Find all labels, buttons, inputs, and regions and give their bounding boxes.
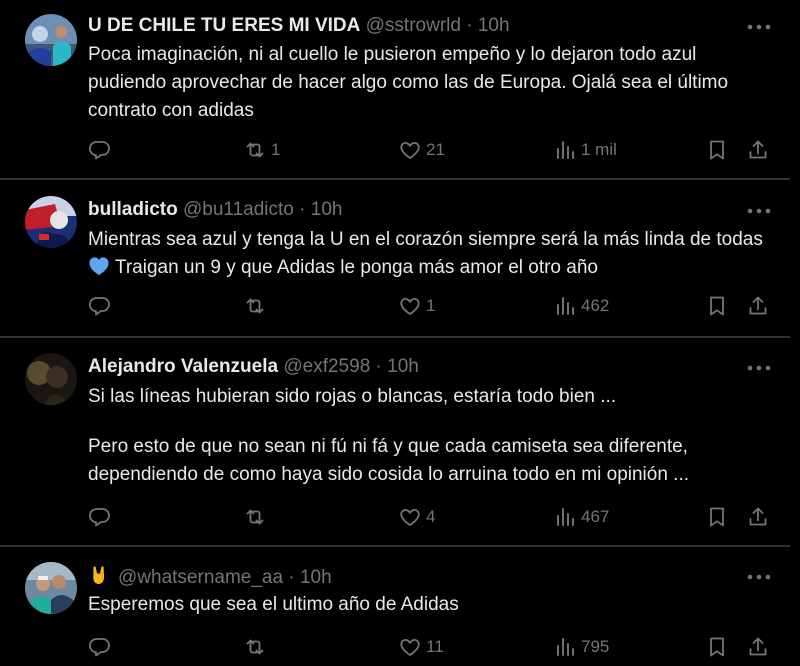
retweet-icon — [243, 294, 267, 318]
more-icon[interactable] — [746, 204, 772, 216]
blue-heart-icon — [89, 257, 109, 276]
separator-dot: · — [288, 567, 295, 588]
views-button[interactable]: 467 — [553, 502, 609, 532]
tweet-paragraph: Esperemos que sea el ultimo año de Adida… — [88, 594, 459, 615]
views-button[interactable]: 1 mil — [553, 135, 617, 165]
share-button[interactable] — [746, 632, 770, 662]
retweet-icon — [243, 505, 267, 529]
more-icon[interactable] — [746, 20, 772, 32]
like-button[interactable]: 21 — [398, 135, 445, 165]
bookmark-icon — [705, 505, 729, 529]
reply-button[interactable] — [88, 502, 116, 532]
reply-button[interactable] — [88, 291, 116, 321]
author-name[interactable]: bulladicto — [88, 199, 178, 220]
reply-button[interactable] — [88, 135, 116, 165]
tweet-text: Si las líneas hubieran sido rojas o blan… — [88, 383, 778, 489]
heart-icon — [398, 294, 422, 318]
retweet-button[interactable] — [243, 632, 271, 662]
like-count: 1 — [426, 296, 436, 315]
heart-icon — [398, 505, 422, 529]
views-count: 462 — [581, 296, 610, 315]
retweet-button[interactable] — [243, 502, 271, 532]
views-button[interactable]: 462 — [553, 291, 609, 321]
author-handle[interactable]: @sstrowrld — [366, 15, 461, 36]
retweet-count: 1 — [271, 140, 281, 159]
separator-dot: · — [299, 199, 306, 220]
avatar[interactable] — [25, 353, 77, 405]
tweet-text: Poca imaginación, ni al cuello le pusier… — [88, 41, 778, 125]
views-count: 795 — [581, 637, 610, 656]
tweet-paragraph: Si las líneas hubieran sido rojas o blan… — [88, 386, 617, 407]
retweet-button[interactable]: 1 — [243, 135, 280, 165]
like-button[interactable]: 4 — [398, 502, 435, 532]
bookmark-button[interactable] — [705, 502, 729, 532]
tweet[interactable]: @whatsername_aa · 10h Esperemos que sea … — [0, 547, 790, 666]
tweet-paragraph: Poca imaginación, ni al cuello le pusier… — [88, 44, 729, 121]
bookmark-icon — [705, 294, 729, 318]
author-handle[interactable]: @whatsername_aa — [118, 567, 283, 588]
like-button[interactable]: 11 — [398, 632, 444, 662]
retweet-icon — [243, 138, 267, 162]
views-count: 467 — [581, 507, 610, 526]
tweet-text-part: Traigan un 9 y que Adidas le ponga más a… — [114, 257, 598, 278]
views-icon — [553, 635, 577, 659]
separator-dot: · — [375, 356, 382, 377]
sign-of-the-horns-icon — [93, 566, 105, 585]
bookmark-icon — [705, 138, 729, 162]
author-name[interactable]: Alejandro Valenzuela — [88, 356, 278, 377]
reply-icon — [88, 505, 112, 529]
like-button[interactable]: 1 — [398, 291, 435, 321]
views-count: 1 mil — [581, 140, 617, 159]
bookmark-button[interactable] — [705, 135, 729, 165]
tweet-paragraph: Mientras sea azul y tenga la U en el cor… — [88, 226, 778, 282]
reply-button[interactable] — [88, 632, 116, 662]
bookmark-icon — [705, 635, 729, 659]
share-button[interactable] — [746, 291, 770, 321]
tweet-text: Esperemos que sea el ultimo año de Adida… — [88, 591, 778, 619]
share-icon — [746, 294, 770, 318]
share-icon — [746, 635, 770, 659]
like-count: 21 — [426, 140, 445, 159]
views-button[interactable]: 795 — [553, 632, 609, 662]
avatar[interactable] — [25, 196, 77, 248]
bookmark-button[interactable] — [705, 291, 729, 321]
share-button[interactable] — [746, 135, 770, 165]
tweet[interactable]: Alejandro Valenzuela @exf2598 · 10h Si l… — [0, 338, 790, 545]
author-name[interactable]: U DE CHILE TU ERES MI VIDA — [88, 15, 360, 36]
share-icon — [746, 505, 770, 529]
timestamp[interactable]: 10h — [478, 15, 510, 36]
share-icon — [746, 138, 770, 162]
avatar[interactable] — [25, 14, 77, 66]
reply-icon — [88, 138, 112, 162]
timestamp[interactable]: 10h — [387, 356, 419, 377]
retweet-button[interactable] — [243, 291, 271, 321]
views-icon — [553, 294, 577, 318]
views-icon — [553, 505, 577, 529]
heart-icon — [398, 138, 422, 162]
share-button[interactable] — [746, 502, 770, 532]
tweet[interactable]: bulladicto @bu11adicto · 10h Mientras se… — [0, 180, 790, 336]
timestamp[interactable]: 10h — [300, 567, 332, 588]
more-icon[interactable] — [746, 361, 772, 373]
author-handle[interactable]: @exf2598 — [283, 356, 370, 377]
tweet-text: Mientras sea azul y tenga la U en el cor… — [88, 226, 778, 282]
bookmark-button[interactable] — [705, 632, 729, 662]
heart-icon — [398, 635, 422, 659]
timestamp[interactable]: 10h — [311, 199, 343, 220]
tweet-paragraph: Pero esto de que no sean ni fú ni fá y q… — [88, 436, 690, 485]
author-handle[interactable]: @bu11adicto — [183, 199, 294, 220]
reply-icon — [88, 294, 112, 318]
like-count: 11 — [426, 637, 444, 656]
reply-icon — [88, 635, 112, 659]
avatar[interactable] — [25, 562, 77, 614]
retweet-icon — [243, 635, 267, 659]
separator-dot: · — [466, 15, 473, 36]
more-icon[interactable] — [746, 570, 772, 582]
tweet[interactable]: U DE CHILE TU ERES MI VIDA @sstrowrld · … — [0, 0, 790, 178]
like-count: 4 — [426, 507, 436, 526]
tweet-text-part: Mientras sea azul y tenga la U en el cor… — [88, 229, 763, 250]
views-icon — [553, 138, 577, 162]
